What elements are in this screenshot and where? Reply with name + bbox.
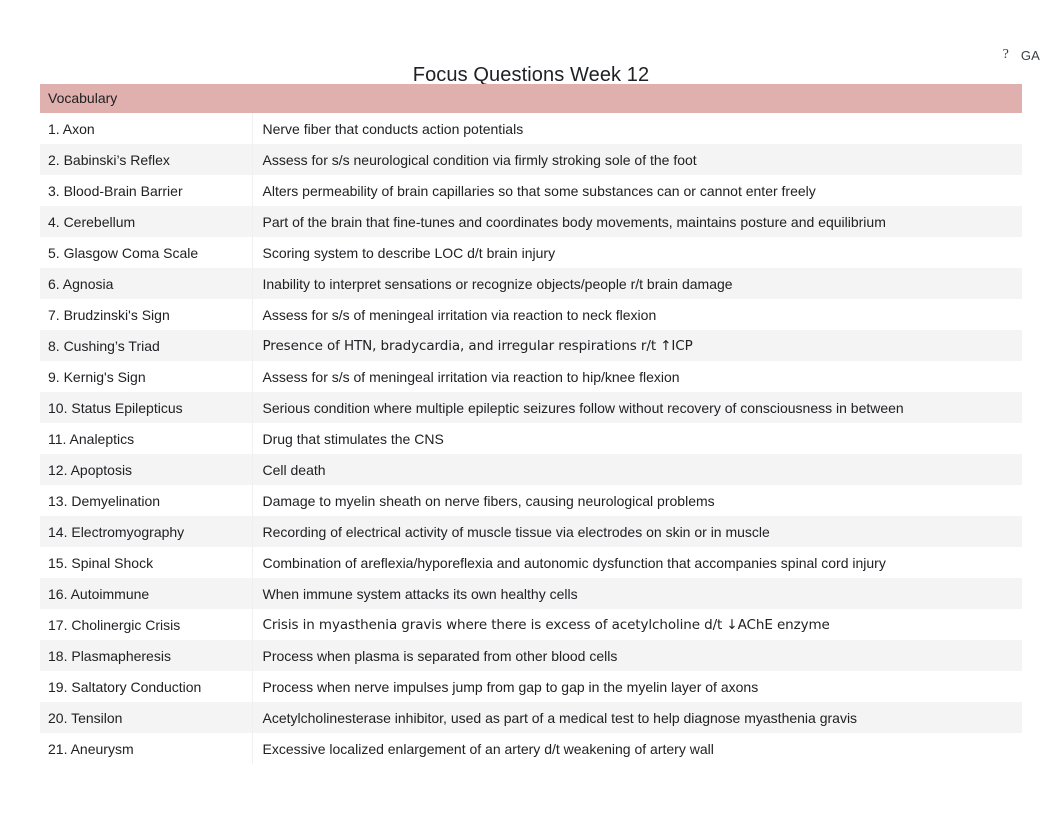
vocabulary-definition[interactable]: When immune system attacks its own healt… xyxy=(252,578,1022,609)
vocabulary-definition[interactable]: Inability to interpret sensations or rec… xyxy=(252,268,1022,299)
table-row: 9. Kernig's Sign Assess for s/s of mening… xyxy=(40,361,1022,392)
table-row: 5. Glasgow Coma Scale Scoring system to d… xyxy=(40,237,1022,268)
vocabulary-definition[interactable]: Presence of HTN, bradycardia, and irregu… xyxy=(252,330,1022,361)
vocabulary-definition[interactable]: Drug that stimulates the CNS xyxy=(252,423,1022,454)
account-bar: ? GA xyxy=(1003,44,1040,66)
vocabulary-definition[interactable]: Combination of areflexia/hyporeflexia an… xyxy=(252,547,1022,578)
vocabulary-term[interactable]: 18. Plasmapheresis xyxy=(40,640,253,671)
vocabulary-term[interactable]: 13. Demyelination xyxy=(40,485,253,516)
vocabulary-definition[interactable]: Excessive localized enlargement of an ar… xyxy=(252,733,1022,764)
table-row: 7. Brudzinski's Sign Assess for s/s of me… xyxy=(40,299,1022,330)
avatar[interactable]: GA xyxy=(1021,49,1040,62)
vocabulary-term[interactable]: 21. Aneurysm xyxy=(40,733,253,764)
vocabulary-definition[interactable]: Assess for s/s of meningeal irritation v… xyxy=(252,361,1022,392)
vocabulary-term[interactable]: 8. Cushing’s Triad xyxy=(40,330,253,361)
vocabulary-definition[interactable]: Cell death xyxy=(252,454,1022,485)
table-row: 1. Axon Nerve fiber that conducts action … xyxy=(40,113,1022,144)
vocabulary-term[interactable]: 20. Tensilon xyxy=(40,702,253,733)
vocabulary-definition[interactable]: Assess for s/s of meningeal irritation v… xyxy=(252,299,1022,330)
vocabulary-term[interactable]: 14. Electromyography xyxy=(40,516,253,547)
vocabulary-term[interactable]: 1. Axon xyxy=(40,113,253,144)
vocabulary-definition[interactable]: Serious condition where multiple epilept… xyxy=(252,392,1022,423)
table-row: 3. Blood-Brain Barrier Alters permeabilit… xyxy=(40,175,1022,206)
table-row: 11. Analeptics Drug that stimulates the C… xyxy=(40,423,1022,454)
table-row: 13. Demyelination Damage to myelin sheath… xyxy=(40,485,1022,516)
table-row: 19. Saltatory Conduction Process when ner… xyxy=(40,671,1022,702)
vocabulary-term[interactable]: 2. Babinski’s Reflex xyxy=(40,144,253,175)
table-row: 15. Spinal Shock Combination of areflexia… xyxy=(40,547,1022,578)
vocabulary-term[interactable]: 10. Status Epilepticus xyxy=(40,392,253,423)
table-row: 4. Cerebellum Part of the brain that fine… xyxy=(40,206,1022,237)
table-row: 16. Autoimmune When immune system attacks… xyxy=(40,578,1022,609)
table-row: 18. Plasmapheresis Process when plasma is… xyxy=(40,640,1022,671)
vocabulary-definition[interactable]: Damage to myelin sheath on nerve fibers,… xyxy=(252,485,1022,516)
vocabulary-table: Vocabulary 1. Axon Nerve fiber that condu… xyxy=(40,84,1022,764)
table-row: 12. Apoptosis Cell death xyxy=(40,454,1022,485)
vocabulary-term[interactable]: 3. Blood-Brain Barrier xyxy=(40,175,253,206)
table-header-row: Vocabulary xyxy=(40,84,1022,113)
help-icon[interactable]: ? xyxy=(1003,48,1009,62)
vocabulary-term[interactable]: 11. Analeptics xyxy=(40,423,253,454)
vocabulary-term[interactable]: 19. Saltatory Conduction xyxy=(40,671,253,702)
vocabulary-term[interactable]: 15. Spinal Shock xyxy=(40,547,253,578)
vocabulary-term[interactable]: 16. Autoimmune xyxy=(40,578,253,609)
table-header: Vocabulary xyxy=(40,84,1022,113)
vocabulary-definition[interactable]: Alters permeability of brain capillaries… xyxy=(252,175,1022,206)
vocabulary-term[interactable]: 4. Cerebellum xyxy=(40,206,253,237)
vocabulary-term[interactable]: 9. Kernig's Sign xyxy=(40,361,253,392)
vocabulary-definition[interactable]: Assess for s/s neurological condition vi… xyxy=(252,144,1022,175)
vocabulary-definition[interactable]: Process when nerve impulses jump from ga… xyxy=(252,671,1022,702)
table-row: 14. Electromyography Recording of electri… xyxy=(40,516,1022,547)
vocabulary-term[interactable]: 6. Agnosia xyxy=(40,268,253,299)
vocabulary-term[interactable]: 17. Cholinergic Crisis xyxy=(40,609,253,640)
vocabulary-definition[interactable]: Crisis in myasthenia gravis where there … xyxy=(252,609,1022,640)
vocabulary-definition[interactable]: Nerve fiber that conducts action potenti… xyxy=(252,113,1022,144)
table-row: 17. Cholinergic Crisis Crisis in myasthen… xyxy=(40,609,1022,640)
table-row: 2. Babinski’s Reflex Assess for s/s neuro… xyxy=(40,144,1022,175)
vocabulary-definition[interactable]: Part of the brain that fine-tunes and co… xyxy=(252,206,1022,237)
vocabulary-definition[interactable]: Recording of electrical activity of musc… xyxy=(252,516,1022,547)
vocabulary-definition[interactable]: Process when plasma is separated from ot… xyxy=(252,640,1022,671)
table-row: 6. Agnosia Inability to interpret sensati… xyxy=(40,268,1022,299)
table-row: 21. Aneurysm Excessive localized enlargem… xyxy=(40,733,1022,764)
table-row: 20. Tensilon Acetylcholinesterase inhibit… xyxy=(40,702,1022,733)
vocabulary-definition[interactable]: Scoring system to describe LOC d/t brain… xyxy=(252,237,1022,268)
vocabulary-term[interactable]: 5. Glasgow Coma Scale xyxy=(40,237,253,268)
table-row: 10. Status Epilepticus Serious condition … xyxy=(40,392,1022,423)
vocabulary-term[interactable]: 7. Brudzinski's Sign xyxy=(40,299,253,330)
table-row: 8. Cushing’s Triad Presence of HTN, brady… xyxy=(40,330,1022,361)
vocabulary-term[interactable]: 12. Apoptosis xyxy=(40,454,253,485)
column-header-vocabulary: Vocabulary xyxy=(40,84,252,113)
vocabulary-table-wrapper: Vocabulary 1. Axon Nerve fiber that condu… xyxy=(40,84,1022,764)
column-header-definition xyxy=(252,84,1022,113)
vocabulary-definition[interactable]: Acetylcholinesterase inhibitor, used as … xyxy=(252,702,1022,733)
table-body: 1. Axon Nerve fiber that conducts action … xyxy=(40,113,1022,764)
